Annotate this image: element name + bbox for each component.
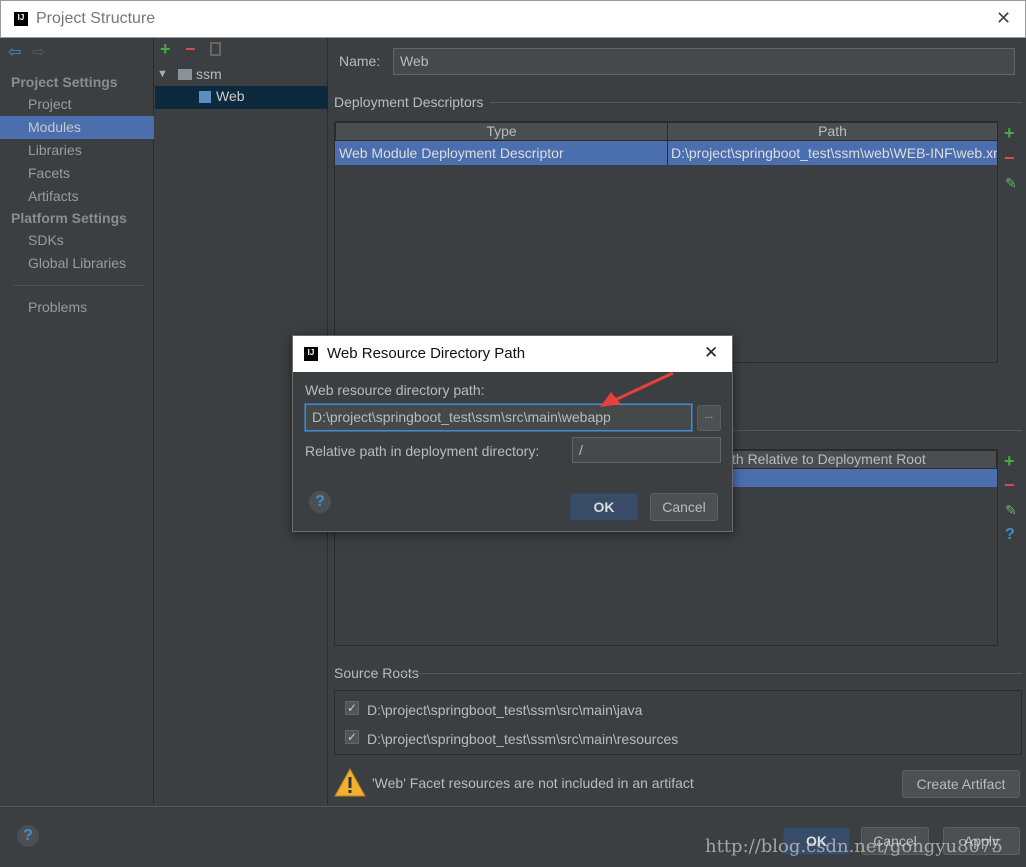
folder-icon xyxy=(178,69,192,80)
edit-pencil-icon[interactable]: ✎ xyxy=(1005,502,1017,519)
source-root-path: D:\project\springboot_test\ssm\src\main\… xyxy=(367,702,643,718)
sidebar: ⇦ ⇨ Project Settings Project Modules Lib… xyxy=(0,38,154,805)
deployment-descriptors-title: Deployment Descriptors xyxy=(334,94,484,110)
divider xyxy=(14,285,144,286)
sidebar-item-sdks[interactable]: SDKs xyxy=(0,229,154,252)
copy-icon[interactable] xyxy=(210,42,221,56)
expand-triangle-icon[interactable]: ▼ xyxy=(157,68,168,80)
sidebar-item-problems[interactable]: Problems xyxy=(0,296,154,319)
create-artifact-button[interactable]: Create Artifact xyxy=(902,770,1020,798)
divider xyxy=(0,806,1026,807)
warning-icon xyxy=(334,767,366,797)
relative-path-label: Relative path in deployment directory: xyxy=(305,443,540,459)
tree-item-web-label: Web xyxy=(216,88,245,104)
sidebar-header-project-settings: Project Settings xyxy=(11,74,118,90)
divider xyxy=(730,430,1022,431)
relative-path-input[interactable]: / xyxy=(572,437,721,463)
cell-path: D:\project\springboot_test\ssm\web\WEB-I… xyxy=(671,145,997,161)
dialog-title: Web Resource Directory Path xyxy=(327,345,526,362)
remove-descriptor-icon[interactable]: − xyxy=(1004,149,1015,167)
dialog-cancel-button[interactable]: Cancel xyxy=(650,493,718,521)
remove-directory-icon[interactable]: − xyxy=(1004,476,1015,494)
watermark: http://blog.csdn.net/gongyu8075 xyxy=(705,836,1003,857)
add-descriptor-icon[interactable]: + xyxy=(1004,124,1015,142)
title-bar: IJ Project Structure ✕ xyxy=(0,0,1026,38)
help-icon[interactable]: ? xyxy=(1005,526,1015,544)
source-root-checkbox[interactable]: ✓ xyxy=(345,730,359,744)
intellij-logo-icon: IJ xyxy=(304,347,318,361)
sidebar-item-project[interactable]: Project xyxy=(0,93,154,116)
window-title: Project Structure xyxy=(36,10,156,27)
source-root-path: D:\project\springboot_test\ssm\src\main\… xyxy=(367,731,679,747)
browse-button[interactable]: ... xyxy=(697,405,721,431)
tree-item-ssm[interactable]: ssm xyxy=(196,66,222,82)
sidebar-item-modules[interactable]: Modules xyxy=(0,116,154,139)
web-resource-directory-dialog: IJ Web Resource Directory Path ✕ Web res… xyxy=(292,335,733,532)
column-header-path[interactable]: Path xyxy=(667,122,998,141)
forward-arrow-icon[interactable]: ⇨ xyxy=(32,42,45,62)
dialog-help-button[interactable]: ? xyxy=(309,491,331,513)
red-arrow-annotation xyxy=(600,371,674,407)
add-icon[interactable]: + xyxy=(160,40,171,58)
sidebar-item-facets[interactable]: Facets xyxy=(0,162,154,185)
name-label: Name: xyxy=(339,53,381,69)
sidebar-header-platform-settings: Platform Settings xyxy=(11,210,127,226)
sidebar-item-libraries[interactable]: Libraries xyxy=(0,139,154,162)
back-arrow-icon[interactable]: ⇦ xyxy=(8,42,21,62)
name-input[interactable]: Web xyxy=(393,48,1015,75)
source-root-checkbox[interactable]: ✓ xyxy=(345,701,359,715)
path-label: Web resource directory path: xyxy=(305,382,485,398)
table-row[interactable]: Web Module Deployment Descriptor D:\proj… xyxy=(335,141,997,165)
sidebar-item-artifacts[interactable]: Artifacts xyxy=(0,185,154,208)
column-header-type[interactable]: Type xyxy=(335,122,668,141)
window-close-button[interactable]: ✕ xyxy=(996,8,1011,29)
divider xyxy=(490,102,1022,103)
sidebar-item-global-libraries[interactable]: Global Libraries xyxy=(0,252,154,275)
dialog-title-bar: IJ Web Resource Directory Path ✕ xyxy=(293,336,732,372)
cell-type: Web Module Deployment Descriptor xyxy=(339,145,564,161)
divider xyxy=(399,673,1022,674)
source-roots-list: ✓ D:\project\springboot_test\ssm\src\mai… xyxy=(334,690,1022,755)
intellij-logo-icon: IJ xyxy=(14,12,28,26)
warning-message: 'Web' Facet resources are not included i… xyxy=(372,775,694,791)
add-directory-icon[interactable]: + xyxy=(1004,452,1015,470)
help-button[interactable]: ? xyxy=(17,825,39,847)
web-facet-icon xyxy=(199,91,211,103)
edit-pencil-icon[interactable]: ✎ xyxy=(1005,175,1017,192)
deployment-descriptors-table: Type Path Web Module Deployment Descript… xyxy=(334,121,998,363)
remove-icon[interactable]: − xyxy=(185,40,196,58)
dialog-close-button[interactable]: ✕ xyxy=(704,343,718,363)
dialog-ok-button[interactable]: OK xyxy=(570,493,638,521)
tree-item-web[interactable]: Web xyxy=(155,86,328,109)
